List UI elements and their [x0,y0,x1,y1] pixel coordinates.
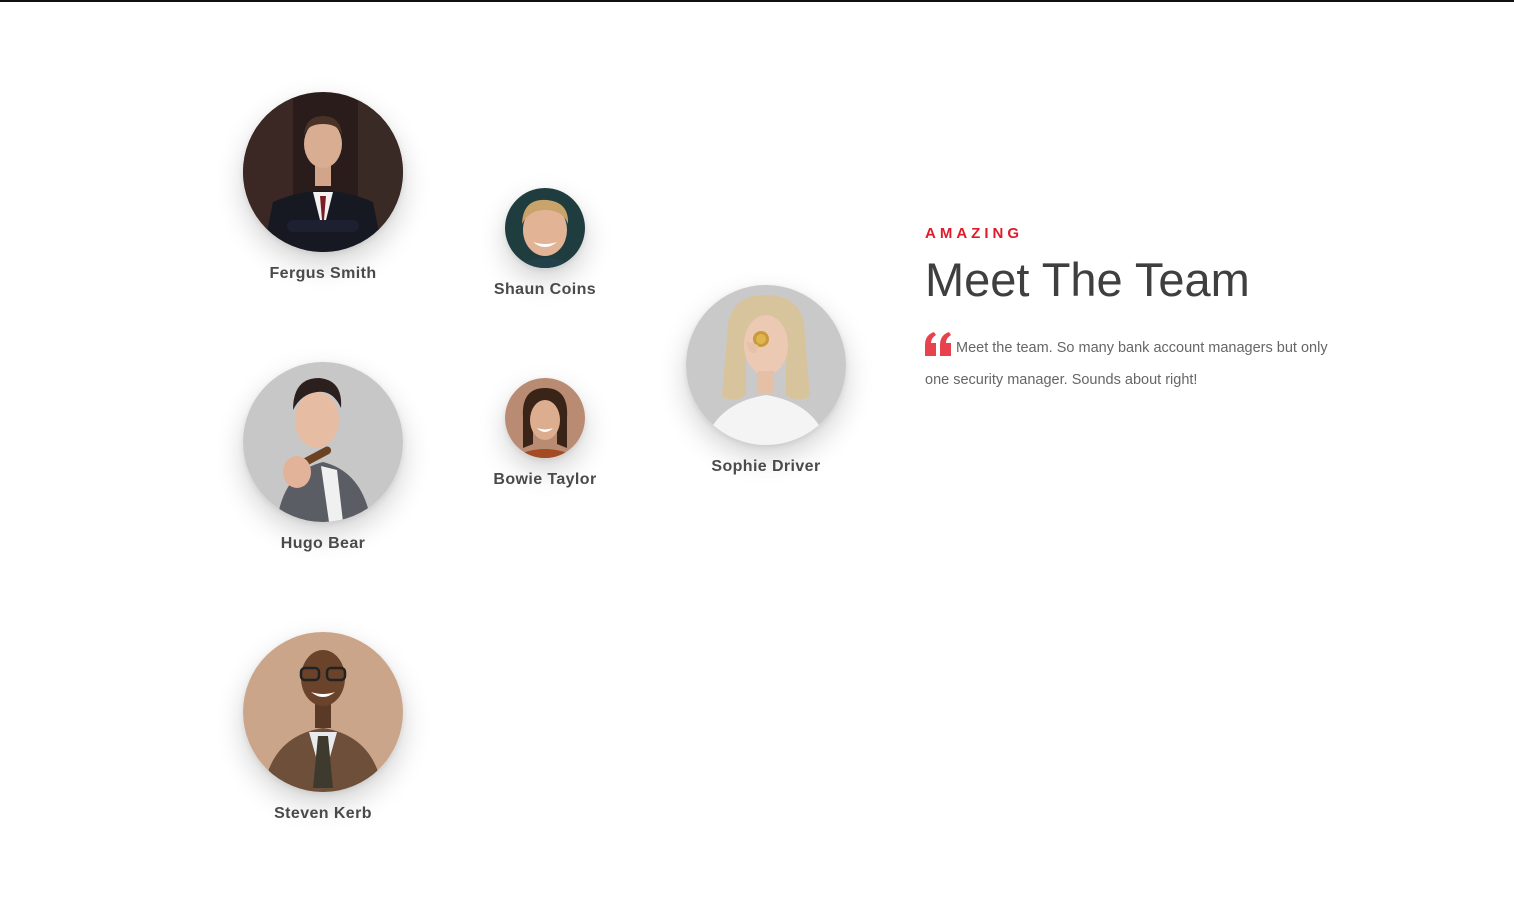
team-member-fergus-smith[interactable]: Fergus Smith [243,92,403,283]
member-name: Hugo Bear [280,535,366,552]
section-title: Meet The Team [925,253,1250,306]
avatar-shaun-coins[interactable] [505,188,585,268]
intro-section: AMAZING Meet The Team Meet the team. So … [925,225,1345,394]
avatar-sophie-driver[interactable] [686,285,846,445]
avatar-steven-kerb[interactable] [243,632,403,792]
avatar-bowie-taylor[interactable] [505,378,585,458]
quote-text: Meet the team. So many bank account mana… [925,339,1328,388]
section-quote: Meet the team. So many bank account mana… [925,331,1345,394]
team-member-hugo-bear[interactable]: Hugo Bear [243,362,403,553]
team-member-sophie-driver[interactable]: Sophie Driver [686,285,846,476]
member-name: Shaun Coins [493,281,597,298]
quote-icon [925,331,952,366]
team-member-bowie-taylor[interactable]: Bowie Taylor [485,378,605,489]
team-member-shaun-coins[interactable]: Shaun Coins [485,188,605,299]
team-member-steven-kerb[interactable]: Steven Kerb [243,632,403,823]
top-border [0,0,1514,2]
member-name: Fergus Smith [269,265,377,282]
section-eyebrow: AMAZING [925,225,1023,242]
member-name: Sophie Driver [711,458,821,475]
avatar-hugo-bear[interactable] [243,362,403,522]
avatar-fergus-smith[interactable] [243,92,403,252]
member-name: Steven Kerb [274,805,372,822]
member-name: Bowie Taylor [493,471,597,488]
